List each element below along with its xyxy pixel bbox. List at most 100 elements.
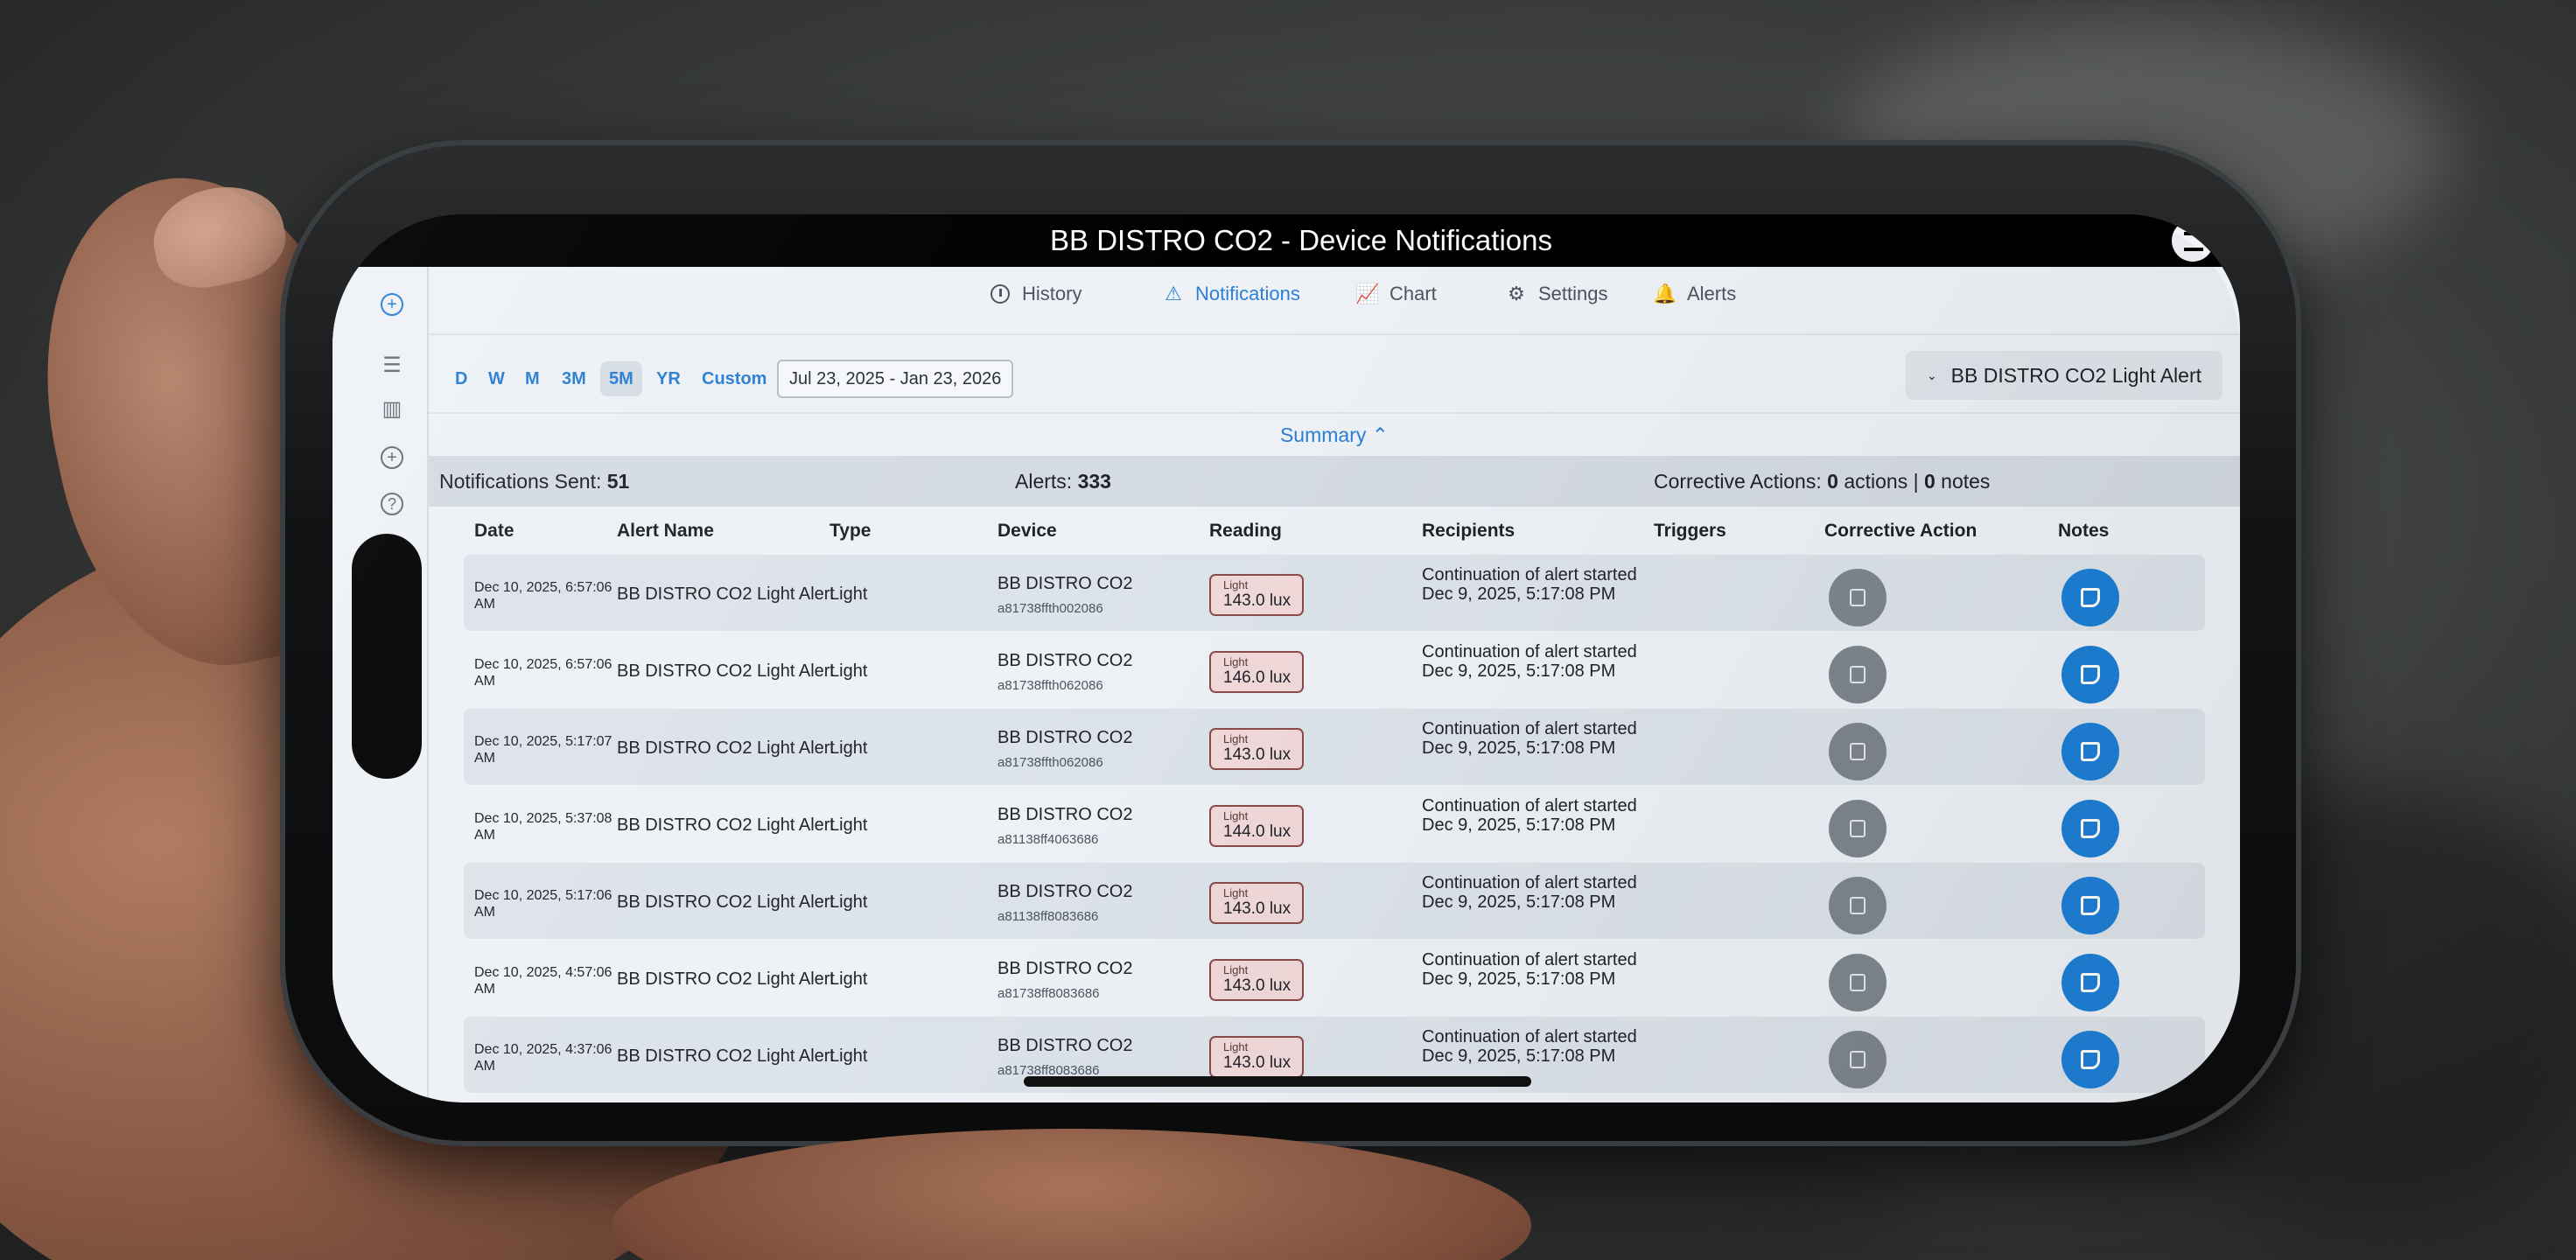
phone-screen: BB DISTRO CO2 - Device Notifications + ☰… (332, 214, 2240, 1102)
reading-badge: Light 144.0 lux (1209, 805, 1304, 847)
menu-icon[interactable]: ☰ (381, 354, 403, 377)
row-device: BB DISTRO CO2 a81738ff8083686 (998, 1036, 1132, 1078)
add-note-button[interactable] (2062, 954, 2119, 1012)
help-icon[interactable]: ? (381, 493, 403, 515)
row-device-id: a81138ff4063686 (998, 832, 1099, 847)
app-logo-icon[interactable] (2172, 220, 2214, 262)
row-recipients: Continuation of alert started Dec 9, 202… (1422, 565, 1637, 604)
reading-badge: Light 143.0 lux (1209, 882, 1304, 924)
range-button-custom[interactable]: Custom (693, 361, 775, 396)
row-recipients: Continuation of alert started Dec 9, 202… (1422, 719, 1637, 758)
header-notes[interactable]: Notes (2058, 521, 2109, 542)
reading-value: 146.0 lux (1223, 668, 1292, 687)
row-alert-name: BB DISTRO CO2 Light Alert (617, 584, 835, 604)
table-row[interactable]: Dec 10, 2025, 6:57:06 AM BB DISTRO CO2 Li… (464, 632, 2205, 708)
row-device-id: a81738ffth062086 (998, 755, 1103, 770)
row-type: Light (830, 738, 868, 758)
reading-label: Light (1223, 732, 1249, 746)
table-header: Date Alert Name Type Device Reading Reci… (464, 507, 2205, 555)
table-row[interactable]: Dec 10, 2025, 5:37:08 AM BB DISTRO CO2 Li… (464, 786, 2205, 862)
reading-label: Light (1223, 1040, 1249, 1054)
warning-icon: ⚠ (1165, 283, 1182, 304)
row-device-name: BB DISTRO CO2 (998, 1036, 1133, 1055)
note-icon (2081, 973, 2100, 992)
row-device: BB DISTRO CO2 a81738ffth062086 (998, 651, 1132, 693)
notifications-table: Date Alert Name Type Device Reading Reci… (464, 507, 2205, 1094)
copy-icon (1850, 897, 1866, 914)
corrective-action-button[interactable] (1829, 723, 1886, 780)
row-date: Dec 10, 2025, 6:57:06 AM (474, 657, 612, 689)
header-corrective-action[interactable]: Corrective Action (1824, 521, 1977, 542)
header-type[interactable]: Type (830, 521, 871, 542)
corrective-action-button[interactable] (1829, 800, 1886, 858)
copy-icon (1850, 974, 1866, 991)
header-date[interactable]: Date (474, 521, 514, 542)
add-note-button[interactable] (2062, 723, 2119, 780)
corrective-action-button[interactable] (1829, 877, 1886, 934)
row-alert-name: BB DISTRO CO2 Light Alert (617, 892, 835, 912)
header-device[interactable]: Device (998, 521, 1057, 542)
summary-toggle[interactable]: Summary ⌃ (429, 414, 2240, 456)
row-device-id: a81738ff8083686 (998, 986, 1100, 1001)
row-recipients: Continuation of alert started Dec 9, 202… (1422, 950, 1637, 989)
row-alert-name: BB DISTRO CO2 Light Alert (617, 970, 835, 989)
header-alert-name[interactable]: Alert Name (617, 521, 714, 542)
row-type: Light (830, 1046, 868, 1066)
notifications-sent-label: Notifications Sent: (439, 470, 602, 493)
range-button-d[interactable]: D (446, 361, 476, 396)
header-reading[interactable]: Reading (1209, 521, 1282, 542)
row-type: Light (830, 584, 868, 604)
corrective-actions-summary: Corrective Actions: 0 actions | 0 notes (1654, 456, 1990, 507)
row-alert-name: BB DISTRO CO2 Light Alert (617, 738, 835, 758)
reading-label: Light (1223, 809, 1249, 822)
row-device-name: BB DISTRO CO2 (998, 574, 1133, 593)
reading-badge: Light 143.0 lux (1209, 574, 1304, 616)
reading-value: 143.0 lux (1223, 592, 1292, 610)
row-device-id: a81138ff8083686 (998, 909, 1099, 924)
tab-notifications[interactable]: ⚠ Notifications (1162, 283, 1300, 305)
add-note-button[interactable] (2062, 877, 2119, 934)
row-date: Dec 10, 2025, 4:37:06 AM (474, 1042, 612, 1074)
plus-circle-icon[interactable]: + (381, 446, 403, 469)
tab-history[interactable]: History (989, 283, 1082, 305)
add-note-button[interactable] (2062, 1031, 2119, 1088)
top-nav: History ⚠ Notifications 📈 Chart ⚙ Settin… (429, 267, 2240, 335)
add-circle-icon[interactable]: + (381, 293, 403, 316)
header-recipients[interactable]: Recipients (1422, 521, 1515, 542)
alert-selector[interactable]: ⌄ BB DISTRO CO2 Light Alert (1905, 351, 2222, 400)
row-alert-name: BB DISTRO CO2 Light Alert (617, 816, 835, 835)
tab-label: Notifications (1195, 283, 1300, 304)
date-range-picker[interactable]: Jul 23, 2025 - Jan 23, 2026 (777, 360, 1014, 398)
range-button-w[interactable]: W (480, 361, 514, 396)
copy-icon (1850, 589, 1866, 606)
range-button-3m[interactable]: 3M (553, 361, 595, 396)
add-note-button[interactable] (2062, 646, 2119, 704)
corrective-action-button[interactable] (1829, 1031, 1886, 1088)
row-device: BB DISTRO CO2 a81738ff8083686 (998, 959, 1132, 1001)
clock-icon (989, 283, 1012, 305)
table-row[interactable]: Dec 10, 2025, 4:57:06 AM BB DISTRO CO2 Li… (464, 940, 2205, 1016)
book-icon[interactable]: ▥ (381, 398, 403, 421)
table-row[interactable]: Dec 10, 2025, 5:17:07 AM BB DISTRO CO2 Li… (464, 709, 2205, 785)
reading-badge: Light 143.0 lux (1209, 1036, 1304, 1078)
tab-alerts[interactable]: 🔔 Alerts (1653, 283, 1736, 305)
table-row[interactable]: Dec 10, 2025, 6:57:06 AM BB DISTRO CO2 Li… (464, 555, 2205, 631)
bell-icon: 🔔 (1653, 283, 1677, 304)
table-row[interactable]: Dec 10, 2025, 5:17:06 AM BB DISTRO CO2 Li… (464, 863, 2205, 939)
add-note-button[interactable] (2062, 569, 2119, 626)
reading-value: 143.0 lux (1223, 746, 1292, 764)
add-note-button[interactable] (2062, 800, 2119, 858)
range-button-m[interactable]: M (516, 361, 549, 396)
corrective-action-button[interactable] (1829, 954, 1886, 1012)
copy-icon (1850, 743, 1866, 760)
range-button-5m[interactable]: 5M (600, 361, 642, 396)
corrective-action-button[interactable] (1829, 646, 1886, 704)
notifications-sent: Notifications Sent: 51 (439, 456, 629, 507)
tab-settings[interactable]: ⚙ Settings (1505, 283, 1607, 305)
corrective-action-button[interactable] (1829, 569, 1886, 626)
header-triggers[interactable]: Triggers (1654, 521, 1726, 542)
tab-chart[interactable]: 📈 Chart (1355, 283, 1437, 305)
range-button-yr[interactable]: YR (648, 361, 690, 396)
row-device-name: BB DISTRO CO2 (998, 805, 1133, 824)
table-body: Dec 10, 2025, 6:57:06 AM BB DISTRO CO2 Li… (464, 555, 2205, 1093)
